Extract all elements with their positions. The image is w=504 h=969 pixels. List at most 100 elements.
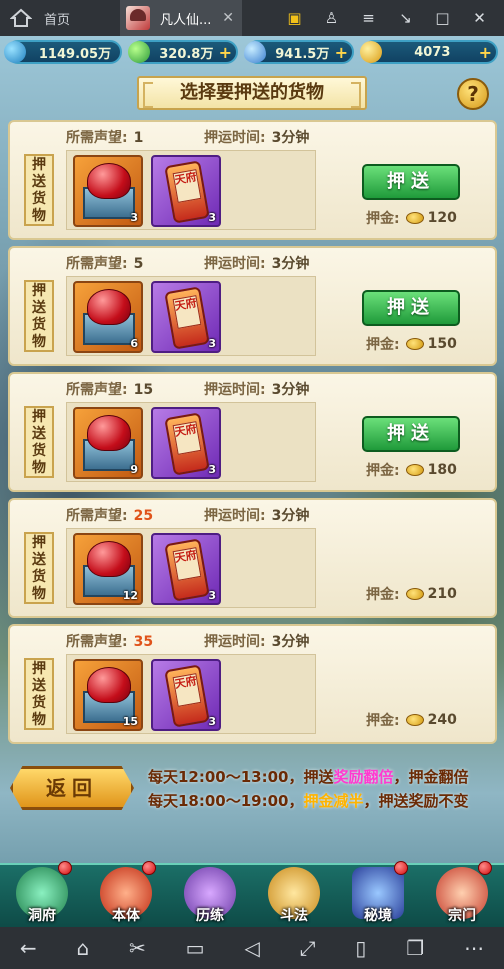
tianfu-token-item[interactable]: 天府 3 <box>151 533 221 605</box>
token-seal-label: 天府 <box>172 421 202 455</box>
nav-duel[interactable]: 斗法 <box>252 865 336 927</box>
add-currency-button[interactable]: + <box>335 43 348 62</box>
currency-3: 941.5万 + <box>244 40 354 64</box>
person-settings-icon[interactable]: ♙ <box>313 9 350 27</box>
reward-items: 3 天府 3 <box>66 150 316 230</box>
treasure-chest-item[interactable]: 15 <box>73 659 143 731</box>
deposit: 押金: 210 <box>366 584 457 604</box>
cargo-tag-char: 押 <box>32 283 46 299</box>
currency-2: 320.8万 + <box>128 40 238 64</box>
deposit-value: 150 <box>427 336 457 352</box>
tab-home[interactable]: 首页 <box>0 0 120 36</box>
required-reputation-value: 15 <box>133 382 154 398</box>
game-viewport: 1149.05万 320.8万 +941.5万 +4073 + 选择要押送的货物 ? 押… <box>0 36 504 927</box>
notice-1-text-a: 每天12:00～13:00，押送 <box>148 768 334 786</box>
cargo-row: 押送货物所需声望: 1 押运时间: 3分钟 3 天府 3 押送 押金: 120 <box>8 120 497 240</box>
currency-value: 320.8万 <box>159 46 214 62</box>
required-reputation: 所需声望: 5 <box>66 253 143 273</box>
add-currency-button[interactable]: + <box>479 43 492 62</box>
nav-label: 本体 <box>112 908 140 924</box>
minimize-icon[interactable]: ↘ <box>387 9 424 27</box>
nav-cave-residence[interactable]: 洞府 <box>0 861 84 927</box>
back-icon[interactable]: ← <box>20 936 37 960</box>
home-icon[interactable]: ⌂ <box>77 936 90 960</box>
currency-bar: 1149.05万 320.8万 +941.5万 +4073 + <box>4 40 498 66</box>
close-icon[interactable]: ✕ <box>461 9 498 27</box>
escort-button[interactable]: 押送 <box>362 416 460 452</box>
multiwindow-icon[interactable]: ❐ <box>406 936 424 960</box>
escort-time-label: 押运时间: <box>204 634 266 650</box>
cargo-tag-char: 货 <box>32 443 46 459</box>
diamond-icon <box>4 41 26 63</box>
deposit: 押金: 240 <box>366 710 457 730</box>
deposit-label: 押金: <box>366 211 400 227</box>
red-gem-icon <box>87 415 131 451</box>
rotate-icon[interactable]: ▯ <box>355 936 366 960</box>
tab-close-icon[interactable]: ✕ <box>222 10 234 26</box>
tab-game[interactable]: 凡人仙... ✕ <box>120 0 242 36</box>
reward-items: 9 天府 3 <box>66 402 316 482</box>
required-reputation-label: 所需声望: <box>66 508 128 524</box>
treasure-chest-item[interactable]: 3 <box>73 155 143 227</box>
required-reputation-label: 所需声望: <box>66 130 128 146</box>
cargo-tag-char: 押 <box>32 661 46 677</box>
required-reputation: 所需声望: 35 <box>66 631 153 651</box>
red-gem-icon <box>87 289 131 325</box>
more-icon[interactable]: ⋯ <box>464 936 484 960</box>
cut-icon[interactable]: ✂ <box>129 936 146 960</box>
treasure-chest-item[interactable]: 12 <box>73 533 143 605</box>
currency-1: 1149.05万 <box>4 40 122 64</box>
escort-button[interactable]: 押送 <box>362 164 460 200</box>
tianfu-token-item[interactable]: 天府 3 <box>151 659 221 731</box>
cargo-tag-char: 物 <box>32 712 46 728</box>
gold-ingot-icon <box>405 212 424 224</box>
cargo-row: 押送货物所需声望: 5 押运时间: 3分钟 6 天府 3 押送 押金: 150 <box>8 246 497 366</box>
menu-icon[interactable]: ≡ <box>350 9 387 27</box>
help-button[interactable]: ? <box>457 78 489 110</box>
deposit: 押金: 120 <box>366 208 457 228</box>
required-reputation-value: 35 <box>133 634 154 650</box>
add-currency-button[interactable]: + <box>219 43 232 62</box>
reward-items: 15 天府 3 <box>66 654 316 734</box>
notice-line-2: 每天18:00～19:00，押金减半，押送奖励不变 <box>148 790 469 811</box>
folder-icon[interactable]: ▭ <box>186 936 205 960</box>
cargo-tag-char: 货 <box>32 191 46 207</box>
tianfu-token-item[interactable]: 天府 3 <box>151 281 221 353</box>
token-seal-label: 天府 <box>172 169 202 203</box>
treasure-chest-item[interactable]: 9 <box>73 407 143 479</box>
nav-label: 历练 <box>196 908 224 924</box>
escort-time: 押运时间: 3分钟 <box>204 253 309 273</box>
nav-training[interactable]: 历练 <box>168 865 252 927</box>
back-button[interactable]: 返回 <box>10 766 134 810</box>
escort-time-label: 押运时间: <box>204 508 266 524</box>
notification-dot-icon <box>394 861 408 875</box>
gold-ingot-icon <box>405 714 424 726</box>
notice-2-highlight: 押金减半 <box>303 792 364 810</box>
nav-label: 宗门 <box>448 908 476 924</box>
tianfu-token-item[interactable]: 天府 3 <box>151 155 221 227</box>
cargo-list[interactable]: 押送货物所需声望: 1 押运时间: 3分钟 3 天府 3 押送 押金: 120 押送货物所需声望: 5… <box>8 120 497 752</box>
tianfu-token-item[interactable]: 天府 3 <box>151 407 221 479</box>
fullscreen-icon[interactable]: ⤢ <box>300 936 316 960</box>
treasure-chest-item[interactable]: 6 <box>73 281 143 353</box>
nav-sect[interactable]: 宗门 <box>420 861 504 927</box>
escort-button[interactable]: 押送 <box>362 290 460 326</box>
nav-secret-realm[interactable]: 秘境 <box>336 861 420 927</box>
tv-icon[interactable]: ▣ <box>276 9 313 27</box>
restore-icon[interactable]: □ <box>424 9 461 27</box>
deposit-value: 240 <box>427 712 457 728</box>
required-reputation-value: 25 <box>133 508 154 524</box>
window-controls: ▣ ♙ ≡ ↘ □ ✕ <box>276 9 504 27</box>
item-count: 6 <box>130 337 138 350</box>
deposit-value: 120 <box>427 210 457 226</box>
deposit-value: 210 <box>427 586 457 602</box>
volume-icon[interactable]: ◁ <box>244 936 259 960</box>
notice-1-text-b: ，押金翻倍 <box>393 768 469 786</box>
escort-time: 押运时间: 3分钟 <box>204 505 309 525</box>
escort-time: 押运时间: 3分钟 <box>204 127 309 147</box>
cargo-tag: 押送货物 <box>24 406 54 478</box>
nav-main-body[interactable]: 本体 <box>84 861 168 927</box>
cargo-tag-char: 押 <box>32 535 46 551</box>
currency-4: 4073 + <box>360 40 498 64</box>
cargo-tag: 押送货物 <box>24 280 54 352</box>
